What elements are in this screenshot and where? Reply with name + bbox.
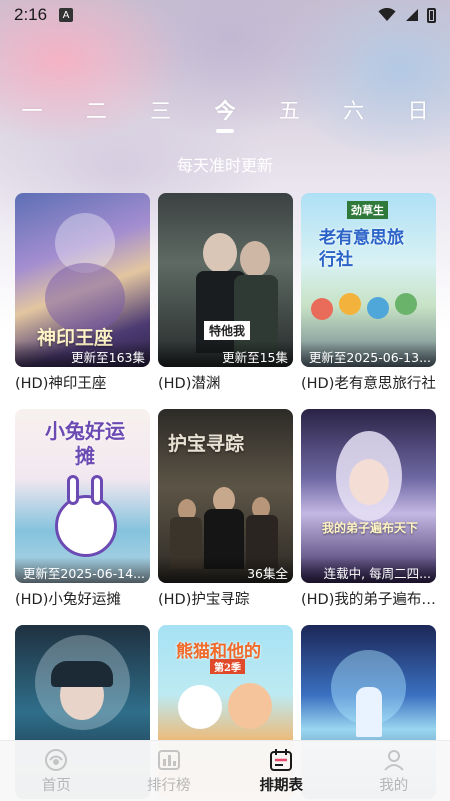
- show-poster: 小兔好运摊 更新至2025-06-14...: [15, 409, 150, 583]
- poster-title-art: 老有意思旅行社: [319, 228, 404, 270]
- tab-today[interactable]: 今: [213, 95, 237, 135]
- poster-subtitle-art: 第2季: [210, 659, 245, 674]
- nav-profile-label: 我的: [379, 777, 409, 794]
- show-card[interactable]: 特他我 更新至15集 (HD)潜渊: [158, 193, 293, 401]
- show-grid: 神印王座 更新至163集 (HD)神印王座 特他我 更新至15集 (HD)潜渊 …: [15, 193, 436, 801]
- wifi-icon: [378, 8, 396, 21]
- show-poster: 神印王座 更新至163集: [15, 193, 150, 367]
- calendar-icon: [270, 748, 293, 771]
- show-card[interactable]: 劲草生 老有意思旅行社 更新至2025-06-13... (HD)老有意思旅行社: [301, 193, 436, 401]
- episode-tag: 连载中, 每周二四...: [301, 557, 436, 583]
- weekday-tabs: 一 二 三 今 五 六 日: [0, 95, 450, 135]
- nav-home[interactable]: 首页: [16, 748, 96, 795]
- ranking-icon: [157, 749, 180, 770]
- show-poster: 劲草生 老有意思旅行社 更新至2025-06-13...: [301, 193, 436, 367]
- cellular-signal-icon: [406, 9, 418, 21]
- show-poster: 我的弟子遍布天下 连载中, 每周二四...: [301, 409, 436, 583]
- tab-sunday[interactable]: 日: [406, 95, 430, 135]
- poster-title-art: 护宝寻踪: [168, 433, 245, 455]
- poster-title-art: 特他我: [204, 321, 251, 340]
- nav-schedule[interactable]: 排期表: [241, 748, 321, 795]
- nav-schedule-label: 排期表: [259, 777, 304, 794]
- show-title: (HD)我的弟子遍布天下: [301, 592, 436, 608]
- nav-home-label: 首页: [41, 777, 71, 794]
- notification-icon: A: [59, 8, 74, 22]
- show-poster: 护宝寻踪 36集全: [158, 409, 293, 583]
- show-title: (HD)神印王座: [15, 376, 107, 392]
- show-title: (HD)护宝寻踪: [158, 592, 250, 608]
- bottom-navigation: 首页 排行榜 排期表 我的: [0, 740, 450, 801]
- poster-brand-art: 劲草生: [347, 201, 388, 219]
- tab-friday[interactable]: 五: [277, 95, 301, 135]
- battery-icon: [427, 7, 436, 23]
- episode-tag: 更新至2025-06-13...: [301, 341, 436, 367]
- profile-icon: [384, 749, 404, 771]
- poster-title-art: 我的弟子遍布天下: [321, 521, 418, 535]
- active-tab-indicator: [215, 129, 234, 133]
- tab-saturday[interactable]: 六: [342, 95, 366, 135]
- show-title: (HD)老有意思旅行社: [301, 376, 436, 392]
- nav-ranking-label: 排行榜: [147, 777, 191, 794]
- show-card[interactable]: 护宝寻踪 36集全 (HD)护宝寻踪: [158, 409, 293, 617]
- episode-tag: 更新至15集: [158, 341, 293, 367]
- show-card[interactable]: 神印王座 更新至163集 (HD)神印王座: [15, 193, 150, 401]
- show-card[interactable]: 我的弟子遍布天下 连载中, 每周二四... (HD)我的弟子遍布天下: [301, 409, 436, 617]
- episode-tag: 更新至163集: [15, 341, 150, 367]
- home-icon: [45, 748, 68, 771]
- show-poster: 特他我 更新至15集: [158, 193, 293, 367]
- status-bar: 2:16 A: [0, 0, 450, 30]
- tab-wednesday[interactable]: 三: [149, 95, 173, 135]
- poster-title-art: 小兔好运摊: [45, 419, 125, 468]
- nav-ranking[interactable]: 排行榜: [129, 748, 209, 795]
- schedule-subtitle: 每天准时更新: [176, 156, 273, 175]
- episode-tag: 更新至2025-06-14...: [15, 557, 150, 583]
- show-title: (HD)小兔好运摊: [15, 592, 121, 608]
- tab-tuesday[interactable]: 二: [84, 95, 108, 135]
- status-time: 2:16: [14, 5, 48, 24]
- nav-profile[interactable]: 我的: [354, 748, 434, 795]
- tab-monday[interactable]: 一: [20, 95, 44, 135]
- show-title: (HD)潜渊: [158, 376, 221, 392]
- show-card[interactable]: 小兔好运摊 更新至2025-06-14... (HD)小兔好运摊: [15, 409, 150, 617]
- episode-tag: 36集全: [158, 557, 293, 583]
